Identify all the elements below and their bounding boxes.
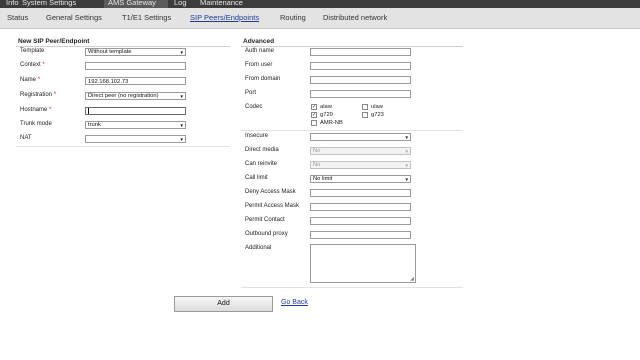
outbound-proxy-label: Outbound proxy bbox=[245, 231, 288, 237]
resize-grip-icon[interactable]: ◢ bbox=[410, 277, 414, 282]
registration-select[interactable]: Direct peer (no registration) ▼ bbox=[85, 92, 186, 100]
sub-nav: Status General Settings T1/E1 Settings S… bbox=[0, 8, 640, 29]
codec-ulaw-label: ulaw bbox=[371, 104, 383, 110]
hostname-label: Hostname * bbox=[20, 107, 52, 113]
tab-general-settings[interactable]: General Settings bbox=[46, 8, 102, 28]
direct-media-label: Direct media bbox=[245, 147, 279, 153]
template-select[interactable]: Without template ▼ bbox=[85, 48, 186, 56]
call-limit-label: Call limit bbox=[245, 175, 268, 181]
can-reinvite-label: Can reinvite bbox=[245, 161, 278, 167]
from-user-field[interactable] bbox=[310, 62, 411, 70]
direct-media-select[interactable]: No ▼ bbox=[310, 147, 411, 155]
deny-access-mask-label: Deny Access Mask bbox=[245, 189, 296, 195]
top-nav: Info System Settings AMS Gateway Log Mai… bbox=[0, 0, 640, 8]
hostname-field[interactable] bbox=[85, 107, 186, 115]
permit-contact-label: Permit Contact bbox=[245, 217, 285, 223]
right-bottom-divider bbox=[241, 287, 463, 288]
chevron-down-icon: ▼ bbox=[179, 50, 184, 55]
auth-name-label: Auth name bbox=[245, 48, 275, 54]
auth-name-field[interactable] bbox=[310, 48, 411, 56]
tab-t1e1-settings[interactable]: T1/E1 Settings bbox=[122, 8, 171, 28]
left-divider bbox=[16, 46, 230, 47]
can-reinvite-select[interactable]: No ▼ bbox=[310, 161, 411, 169]
outbound-proxy-field[interactable] bbox=[310, 231, 411, 239]
template-label: Template bbox=[20, 48, 45, 54]
text-cursor bbox=[88, 108, 89, 114]
insecure-label: Insecure bbox=[245, 133, 269, 139]
add-button[interactable]: Add bbox=[174, 296, 273, 312]
trunk-mode-select[interactable]: trunk ▼ bbox=[85, 121, 186, 129]
go-back-link[interactable]: Go Back bbox=[281, 299, 308, 306]
chevron-down-icon: ▼ bbox=[404, 177, 409, 182]
deny-access-mask-field[interactable] bbox=[310, 189, 411, 197]
codec-divider bbox=[241, 130, 463, 131]
call-limit-select[interactable]: No limit ▼ bbox=[310, 175, 411, 183]
top-tab-log[interactable]: Log bbox=[174, 0, 187, 8]
tab-status[interactable]: Status bbox=[7, 8, 28, 28]
codec-amrnb-label: AMR-NB bbox=[320, 120, 343, 126]
tab-sip-peers-endpoints[interactable]: SIP Peers/Endpoints bbox=[190, 8, 259, 28]
tab-routing[interactable]: Routing bbox=[280, 8, 306, 28]
codec-amrnb-checkbox[interactable] bbox=[311, 120, 317, 126]
permit-access-mask-label: Permit Access Mask bbox=[245, 203, 300, 209]
additional-label: Additional bbox=[245, 245, 272, 251]
new-sip-peer-title: New SIP Peer/Endpoint bbox=[18, 38, 90, 45]
chevron-down-icon: ▼ bbox=[404, 163, 409, 168]
codec-g723-checkbox[interactable] bbox=[362, 112, 368, 118]
top-tab-maintenance[interactable]: Maintenance bbox=[200, 0, 243, 8]
permit-access-mask-field[interactable] bbox=[310, 203, 411, 211]
chevron-down-icon: ▼ bbox=[179, 137, 184, 142]
top-tab-ams-gateway[interactable]: AMS Gateway bbox=[104, 0, 168, 8]
left-bottom-divider bbox=[16, 146, 230, 147]
from-domain-field[interactable] bbox=[310, 76, 411, 84]
nat-select[interactable]: ▼ bbox=[85, 135, 186, 143]
chevron-down-icon: ▼ bbox=[179, 123, 184, 128]
top-tab-info[interactable]: Info bbox=[6, 0, 19, 8]
codec-label: Codec bbox=[245, 104, 263, 110]
port-label: Port bbox=[245, 90, 257, 96]
codec-alaw-label: alaw bbox=[320, 104, 332, 110]
right-divider bbox=[241, 46, 463, 47]
from-domain-label: From domain bbox=[245, 76, 281, 82]
context-label: Context * bbox=[20, 62, 45, 68]
top-tab-system-settings[interactable]: System Settings bbox=[22, 0, 76, 8]
codec-ulaw-checkbox[interactable] bbox=[362, 104, 368, 110]
chevron-down-icon: ▼ bbox=[404, 135, 409, 140]
context-field[interactable] bbox=[85, 62, 186, 70]
codec-g723-label: g723 bbox=[371, 112, 384, 118]
codec-alaw-checkbox[interactable]: ✓ bbox=[311, 104, 317, 110]
port-field[interactable] bbox=[310, 90, 411, 98]
name-field[interactable]: 192.168.102.73 bbox=[85, 77, 186, 85]
name-label: Name * bbox=[20, 77, 41, 83]
chevron-down-icon: ▼ bbox=[179, 94, 184, 99]
tab-distributed-network[interactable]: Distributed network bbox=[323, 8, 387, 28]
codec-g729-checkbox[interactable]: ✓ bbox=[311, 112, 317, 118]
insecure-select[interactable]: ▼ bbox=[310, 133, 411, 141]
codec-g729-label: g729 bbox=[320, 112, 333, 118]
advanced-title: Advanced bbox=[243, 38, 275, 45]
nat-label: NAT bbox=[20, 135, 32, 141]
chevron-down-icon: ▼ bbox=[404, 149, 409, 154]
trunk-mode-label: Trunk mode bbox=[20, 121, 52, 127]
registration-label: Registration * bbox=[20, 92, 57, 98]
additional-textarea[interactable]: ◢ bbox=[310, 244, 416, 283]
permit-contact-field[interactable] bbox=[310, 217, 411, 225]
from-user-label: From user bbox=[245, 62, 273, 68]
